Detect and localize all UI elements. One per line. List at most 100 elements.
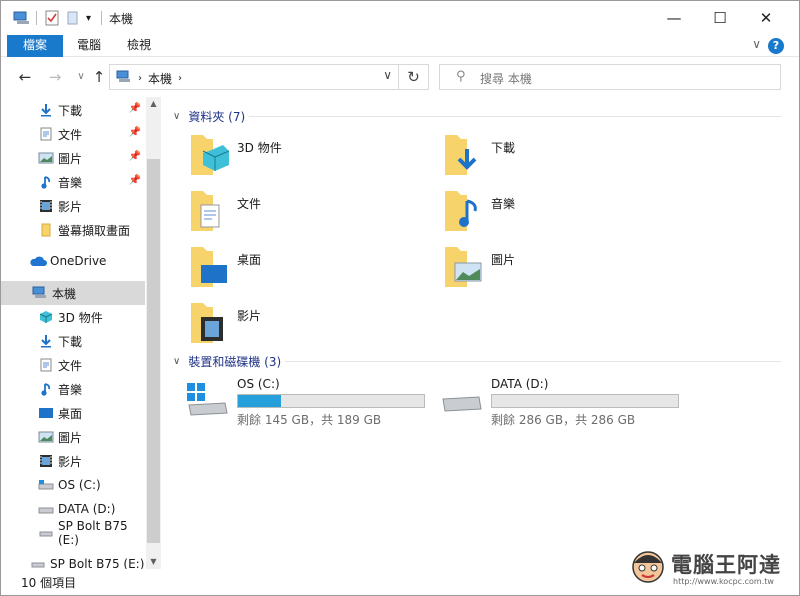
back-button[interactable]: ←: [15, 67, 35, 87]
pin-icon[interactable]: 📌: [129, 127, 141, 138]
scroll-down-arrow-icon[interactable]: ▼: [146, 555, 161, 569]
close-button[interactable]: ✕: [743, 1, 789, 35]
minimize-button[interactable]: —: [651, 1, 697, 35]
recent-locations-icon[interactable]: ∨: [71, 67, 91, 87]
drive-usage-bar: [237, 394, 425, 408]
properties-icon[interactable]: [44, 8, 60, 28]
nav-item-desktop[interactable]: 桌面: [1, 401, 145, 425]
nav-item-drive-e-root[interactable]: SP Bolt B75 (E:): [1, 552, 145, 569]
drive-tile-d[interactable]: DATA (D:) 剩餘 286 GB，共 286 GB: [439, 377, 679, 428]
drive-usage-bar: [491, 394, 679, 408]
drive-tile-c[interactable]: OS (C:) 剩餘 145 GB，共 189 GB: [185, 377, 425, 428]
watermark-logo: 電腦王阿達 http://www.kocpc.com.tw: [629, 547, 797, 593]
item-count: 10 個項目: [21, 576, 77, 590]
folder-tile-desktop[interactable]: 桌面: [189, 245, 261, 292]
music-icon: [37, 174, 55, 190]
pin-icon[interactable]: 📌: [129, 175, 141, 186]
drive-free-space: 剩餘 145 GB，共 189 GB: [237, 413, 382, 427]
drive-icon: [439, 377, 483, 428]
drive-free-space: 剩餘 286 GB，共 286 GB: [491, 413, 636, 427]
up-button[interactable]: ↑: [89, 67, 109, 87]
picture-icon: [37, 429, 55, 445]
tab-computer[interactable]: 電腦: [69, 35, 109, 57]
3d-objects-folder-icon: [189, 133, 230, 180]
drive-name: OS (C:): [237, 377, 280, 391]
videos-folder-icon: [189, 301, 229, 348]
scroll-up-arrow-icon[interactable]: ▲: [146, 97, 161, 111]
folder-tile-pictures[interactable]: 圖片: [443, 245, 515, 292]
drive-name: DATA (D:): [491, 377, 549, 391]
nav-item-drive-e[interactable]: SP Bolt B75 (E:): [1, 519, 145, 547]
customize-toolbar-icon[interactable]: ▾: [86, 8, 91, 28]
collapse-chevron-icon[interactable]: ∨: [173, 356, 180, 367]
separator: [101, 11, 102, 25]
nav-item-this-pc[interactable]: 本機: [1, 281, 145, 305]
collapse-chevron-icon[interactable]: ∨: [173, 111, 180, 122]
folder-tile-3d-objects[interactable]: 3D 物件: [189, 133, 282, 180]
this-pc-icon: [31, 285, 49, 301]
3d-objects-icon: [37, 309, 55, 325]
nav-item-documents[interactable]: 文件 📌: [1, 122, 145, 146]
new-folder-icon[interactable]: [67, 8, 79, 28]
nav-item-videos-pc[interactable]: 影片: [1, 449, 145, 473]
search-box[interactable]: ⚲ 搜尋 本機: [439, 64, 781, 90]
download-icon: [37, 333, 55, 349]
desktop-icon: [37, 405, 55, 421]
video-icon: [37, 453, 55, 469]
breadcrumb-chevron-icon[interactable]: ›: [138, 73, 142, 84]
nav-item-3d-objects[interactable]: 3D 物件: [1, 305, 145, 329]
usb-drive-icon: [29, 556, 47, 569]
folder-tile-downloads[interactable]: 下載: [443, 133, 515, 180]
tab-view[interactable]: 檢視: [119, 35, 159, 57]
ribbon-tabs: 檔案 電腦 檢視 ∨ ?: [1, 35, 799, 57]
this-pc-icon: [116, 70, 132, 87]
devices-group-header[interactable]: ∨ 裝置和磁碟機 (3): [173, 353, 281, 369]
content-pane: ∨ 資料夾 (7) 3D 物件 下載 文件 音樂 桌面 圖片 影片 ∨ 裝置和磁…: [161, 97, 799, 569]
expand-ribbon-icon[interactable]: ∨: [752, 37, 761, 51]
title-bar: ▾ 本機 — ☐ ✕: [1, 1, 799, 35]
breadcrumb-this-pc[interactable]: 本機: [148, 70, 172, 87]
nav-item-documents-pc[interactable]: 文件: [1, 353, 145, 377]
folder-tile-music[interactable]: 音樂: [443, 189, 515, 236]
breadcrumb-chevron-icon[interactable]: ›: [178, 73, 182, 84]
drive-usage-fill: [238, 395, 281, 407]
nav-item-drive-c[interactable]: OS (C:): [1, 473, 145, 497]
folder-tile-documents[interactable]: 文件: [189, 189, 261, 236]
navigation-bar: ← → ∨ ↑ › 本機 › ∨ ↻ ⚲ 搜尋 本機: [1, 57, 799, 97]
pin-icon[interactable]: 📌: [129, 151, 141, 162]
this-pc-icon: [13, 8, 31, 28]
refresh-button[interactable]: ↻: [399, 64, 429, 90]
maximize-button[interactable]: ☐: [697, 1, 743, 35]
forward-button[interactable]: →: [45, 67, 65, 87]
nav-item-drive-d[interactable]: DATA (D:): [1, 497, 145, 521]
nav-item-videos[interactable]: 影片: [1, 194, 145, 218]
nav-scrollbar-thumb[interactable]: [147, 159, 160, 543]
folder-tile-videos[interactable]: 影片: [189, 301, 261, 348]
address-history-icon[interactable]: ∨: [383, 68, 392, 82]
windows-drive-icon: [185, 377, 229, 428]
help-button[interactable]: ?: [768, 38, 784, 54]
nav-item-music-pc[interactable]: 音樂: [1, 377, 145, 401]
nav-item-pictures-pc[interactable]: 圖片: [1, 425, 145, 449]
file-explorer-window: ▾ 本機 — ☐ ✕ 檔案 電腦 檢視 ∨ ? ← → ∨ ↑ › 本機 › ∨: [0, 0, 800, 596]
tab-file[interactable]: 檔案: [7, 35, 63, 57]
nav-item-onedrive[interactable]: OneDrive: [1, 249, 145, 273]
folder-icon: [37, 222, 55, 238]
folders-group-header[interactable]: ∨ 資料夾 (7): [173, 108, 245, 124]
nav-item-downloads-pc[interactable]: 下載: [1, 329, 145, 353]
nav-item-downloads[interactable]: 下載 📌: [1, 98, 145, 122]
nav-item-screenshots[interactable]: 螢幕擷取畫面: [1, 218, 145, 242]
music-icon: [37, 381, 55, 397]
pin-icon[interactable]: 📌: [129, 103, 141, 114]
nav-item-pictures[interactable]: 圖片 📌: [1, 146, 145, 170]
pictures-folder-icon: [443, 245, 483, 292]
document-icon: [37, 357, 55, 373]
divider: [285, 361, 781, 362]
video-icon: [37, 198, 55, 214]
documents-folder-icon: [189, 189, 229, 236]
nav-item-music[interactable]: 音樂 📌: [1, 170, 145, 194]
desktop-folder-icon: [189, 245, 229, 292]
drive-icon: [37, 501, 55, 517]
address-bar[interactable]: › 本機 › ∨: [109, 64, 399, 90]
downloads-folder-icon: [443, 133, 483, 180]
